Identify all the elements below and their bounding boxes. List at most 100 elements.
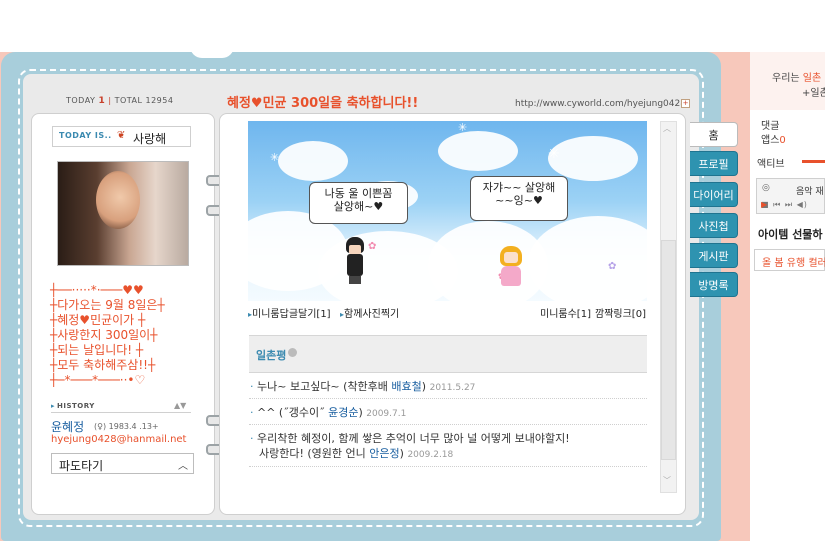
ilchon-entry: · ^^ (˝갱수이˝ 윤경순) 2009.7.1 <box>250 405 650 422</box>
ilchon-entry-date: 2009.2.18 <box>407 450 454 460</box>
chevron-up-icon[interactable]: ︿ <box>178 457 188 472</box>
intro-line: ┼모두 축하해주삼!!┼ <box>50 358 156 372</box>
owner-name: 윤혜정 <box>51 420 85 434</box>
ilchon-entry-tail: ) <box>421 380 427 393</box>
speech-bubble-boy-text: 나동 울 이쁜꼼 살앙해~♥ <box>324 187 393 213</box>
intro-line: ┼사랑한지 300일이┼ <box>50 328 158 342</box>
speech-bubble-girl: 자갸~~ 살앙해 ~~잉~♥ <box>470 176 568 221</box>
apps-count: 0 <box>779 135 786 146</box>
ilchon-write-icon[interactable] <box>288 348 297 357</box>
girl-avatar-body <box>501 266 521 286</box>
relation-prefix: 우리는 <box>772 73 803 84</box>
binder-notch <box>190 46 234 58</box>
bullet-icon: · <box>250 432 257 445</box>
tab-home[interactable]: 홈 <box>690 122 738 147</box>
boy-avatar-legs <box>349 276 361 284</box>
mood-rose-icon: ❦ <box>117 130 126 141</box>
divider <box>249 466 647 467</box>
history-bullet-icon: ▸ <box>51 402 55 410</box>
active-label: 액티브 <box>757 159 785 170</box>
sparkle-icon: ✳ <box>270 151 280 164</box>
add-ilchon-link[interactable]: +일촌 <box>802 84 825 99</box>
today-counter: TODAY 1 | TOTAL 12954 <box>66 96 173 106</box>
today-label: TODAY <box>66 96 96 105</box>
history-divider <box>51 412 191 413</box>
ilchon-title: 일촌평 <box>256 349 287 362</box>
ilchon-entry-date: 2011.5.27 <box>429 383 476 393</box>
counter-separator: | <box>108 96 112 105</box>
total-value: 12954 <box>145 96 174 105</box>
tab-profile[interactable]: 프로필 <box>690 151 738 176</box>
tab-board[interactable]: 게시판 <box>690 243 738 268</box>
sparkle-icon: ✳ <box>548 146 560 162</box>
tab-guestbook[interactable]: 방명록 <box>690 272 738 297</box>
scroll-up-icon[interactable]: ︿ <box>663 123 671 134</box>
ilchon-entry-tail: ) <box>358 406 363 419</box>
profile-photo-face <box>96 171 140 229</box>
homepage-url[interactable]: http://www.cyworld.com/hyejung0428 <box>515 99 686 109</box>
apps-label[interactable]: 앱스0 <box>761 131 786 146</box>
play-icon[interactable]: ▶ <box>761 200 767 209</box>
ilchon-entry-author[interactable]: 안은정 <box>369 447 399 460</box>
music-label: 음악 재 <box>796 187 824 197</box>
speech-bubble-boy: 나동 울 이쁜꼼 살앙해~♥ <box>309 182 408 224</box>
surprise-link[interactable]: 깜짝링크[0] <box>595 305 646 320</box>
relation-text: 우리는 일촌 <box>772 69 821 84</box>
apps-label-text: 앱스 <box>761 135 780 146</box>
take-photo-label: 함께사진찍기 <box>344 309 400 320</box>
bullet-icon: · <box>250 380 257 393</box>
item-gift-title: 아이템 선물하 <box>758 228 823 241</box>
history-toggle-icon[interactable]: ▲▼ <box>174 401 186 410</box>
scrollbar-thumb[interactable] <box>661 240 676 460</box>
profile-intro: ┼──·····*·───♥♥ ┼다가오는 9월 8일은┼ ┼혜정♥민균이가 ┼… <box>50 283 220 388</box>
ilchon-entry-author[interactable]: 배효철 <box>391 380 421 393</box>
divider <box>249 424 647 425</box>
ilchon-entry-author[interactable]: 윤경순 <box>328 406 358 419</box>
cloud <box>548 136 638 181</box>
scroll-down-icon[interactable]: ﹀ <box>663 475 671 486</box>
cloud <box>278 141 348 181</box>
divider <box>249 398 647 399</box>
intro-line: ┼다가오는 9월 8일은┼ <box>50 298 165 312</box>
item-gift-text[interactable]: 올 봄 유행 컬러 <box>762 254 825 269</box>
music-controls[interactable]: ■ ⏮ ⏭ ◀) <box>761 200 808 210</box>
take-photo-link[interactable]: ▸함께사진찍기 <box>340 305 399 320</box>
bullet-icon: · <box>250 406 257 419</box>
active-bar <box>802 160 825 163</box>
ilchon-entry-text: 누나~ 보고싶다~ (착한후배 <box>257 380 392 393</box>
miniroom-comment-link[interactable]: ▸미니룸답글달기[1] <box>248 305 331 320</box>
tab-photo[interactable]: 사진첩 <box>690 213 738 238</box>
owner-info: (♀) 1983.4 .13+ <box>94 422 159 431</box>
history-label[interactable]: HISTORY <box>57 402 95 410</box>
cloud <box>438 131 518 171</box>
ilchon-entry: · 우리착한 혜정이, 함께 쌓은 추억이 너무 많아 널 어떻게 보내야할지!… <box>250 431 650 463</box>
sparkle-icon: ✳ <box>458 121 468 134</box>
miniroom-scene[interactable]: ✳ ✳ ✳ ✿ ✿ ✿ <box>248 121 647 301</box>
ilchon-header <box>249 335 647 373</box>
comment-label[interactable]: 댓글 <box>761 117 779 132</box>
miniroom-count-link[interactable]: 미니룸수[1] <box>540 305 591 320</box>
owner-email[interactable]: hyejung0428@hanmail.net <box>51 434 186 445</box>
ilchon-entry-text: 사랑한다! (영원한 언니 <box>259 447 370 460</box>
intro-line: ┼혜정♥민균이가 ┼ <box>50 313 146 327</box>
today-is-label: TODAY IS.. <box>59 131 112 140</box>
miniroom-comment-label: 미니룸답글달기[1] <box>252 309 331 320</box>
ilchon-entry-date: 2009.7.1 <box>366 409 407 419</box>
intro-line: ┼되는 날입니다! ┼ <box>50 343 144 357</box>
total-label: TOTAL <box>114 96 143 105</box>
mood-text: 사랑해 <box>133 132 167 146</box>
intro-line: ┼─*───*───··•♡ <box>50 373 146 387</box>
intro-line: ┼──·····*·───♥♥ <box>50 283 144 297</box>
boy-avatar-body <box>347 254 363 276</box>
cloud <box>528 216 647 301</box>
ilchon-entry-text: ^^ (˝갱수이˝ <box>257 406 329 419</box>
add-favorite-button[interactable]: + <box>681 99 690 108</box>
flower-icon: ✿ <box>608 261 617 272</box>
music-disc-icon: ◎ <box>762 183 770 193</box>
today-value: 1 <box>98 96 106 106</box>
page-title: 혜정♥민균 300일을 축하합니다!! <box>227 96 419 111</box>
speech-bubble-girl-text: 자갸~~ 살앙해 ~~잉~♥ <box>482 181 556 207</box>
tab-diary[interactable]: 다이어리 <box>690 182 738 207</box>
boy-avatar-face <box>349 245 361 254</box>
relation-value: 일촌 <box>802 73 822 84</box>
